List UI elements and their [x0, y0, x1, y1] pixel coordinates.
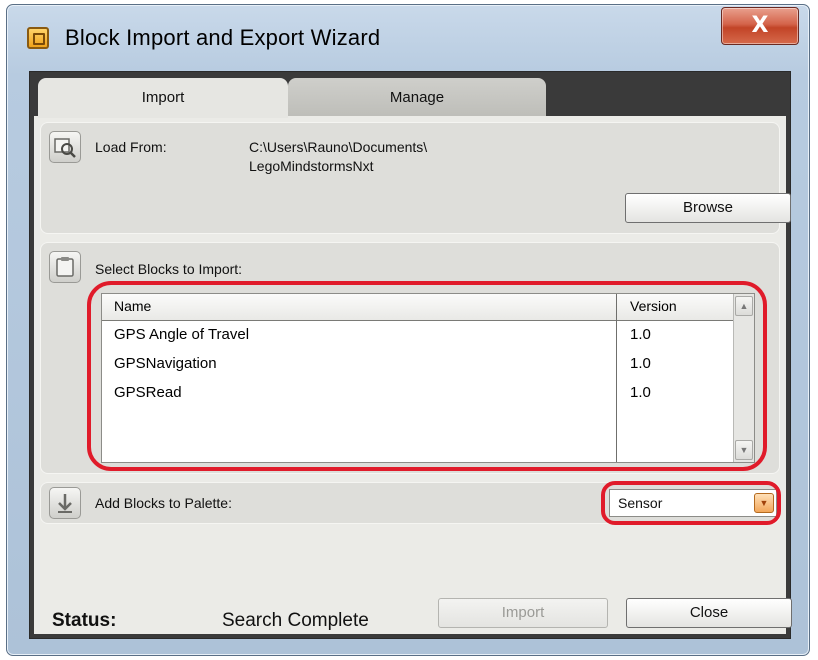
wizard-window: Block Import and Export Wizard X Import …	[6, 4, 810, 656]
close-button[interactable]: Close	[626, 598, 792, 628]
block-version: 1.0	[630, 326, 651, 343]
tab-import[interactable]: Import	[38, 78, 288, 118]
folder-search-icon	[49, 131, 81, 163]
window-title: Block Import and Export Wizard	[65, 25, 381, 50]
status-label: Status:	[52, 610, 117, 631]
select-blocks-label: Select Blocks to Import:	[95, 261, 243, 277]
close-window-button[interactable]: X	[721, 7, 799, 45]
list-header: Name Version	[102, 294, 734, 321]
block-version: 1.0	[630, 384, 651, 401]
download-arrow-icon	[49, 487, 81, 519]
scroll-up-icon[interactable]: ▲	[735, 296, 753, 316]
status-value: Search Complete	[222, 610, 369, 631]
palette-label: Add Blocks to Palette:	[95, 495, 232, 511]
block-version: 1.0	[630, 355, 651, 372]
scroll-down-icon[interactable]: ▼	[735, 440, 753, 460]
browse-button[interactable]: Browse	[625, 193, 791, 223]
import-tab-content: Load From: C:\Users\Rauno\Documents\ Leg…	[34, 116, 791, 634]
load-path-line1: C:\Users\Rauno\Documents\	[249, 139, 428, 155]
palette-panel: Add Blocks to Palette: Sensor ▼	[40, 481, 781, 525]
app-icon	[27, 27, 49, 49]
block-name: GPSRead	[114, 384, 182, 401]
table-row[interactable]: GPS Angle of Travel 1.0	[102, 322, 734, 351]
block-name: GPSNavigation	[114, 355, 217, 372]
column-header-name[interactable]: Name	[114, 298, 151, 314]
palette-selected-value: Sensor	[618, 495, 663, 511]
load-from-panel: Load From: C:\Users\Rauno\Documents\ Leg…	[40, 122, 791, 234]
import-button[interactable]: Import	[438, 598, 608, 628]
palette-select[interactable]: Sensor ▼	[609, 489, 777, 517]
blocks-list[interactable]: Name Version GPS Angle of Travel 1.0 GPS…	[101, 293, 755, 463]
dialog-client-area: Import Manage Load From: C:\Users\Rauno\…	[29, 71, 792, 639]
load-from-label: Load From:	[95, 139, 167, 155]
tab-manage[interactable]: Manage	[288, 78, 546, 118]
title-bar[interactable]: Block Import and Export Wizard X	[7, 5, 809, 73]
list-scrollbar[interactable]: ▲ ▼	[733, 294, 754, 462]
select-blocks-panel: Select Blocks to Import: Name Version GP…	[40, 242, 780, 474]
clipboard-icon	[49, 251, 81, 283]
table-row[interactable]: GPSRead 1.0	[102, 380, 734, 409]
column-header-version[interactable]: Version	[630, 298, 677, 314]
chevron-down-icon[interactable]: ▼	[754, 493, 774, 513]
load-path-line2: LegoMindstormsNxt	[249, 158, 374, 174]
block-name: GPS Angle of Travel	[114, 326, 250, 343]
table-row[interactable]: GPSNavigation 1.0	[102, 351, 734, 380]
